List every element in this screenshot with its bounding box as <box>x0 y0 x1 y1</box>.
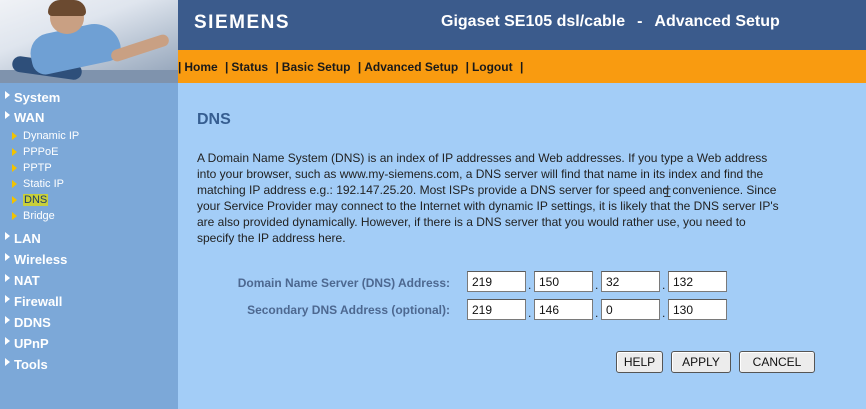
triangle-icon <box>12 147 17 156</box>
sidebar-item-ddns[interactable]: DDNS <box>5 313 51 331</box>
description-line: your Service Provider may connect to the… <box>197 199 779 213</box>
primary-dns-octet-1[interactable] <box>467 271 526 292</box>
sidebar-subitem-label: DNS <box>23 193 49 206</box>
sidebar-item-label: LAN <box>14 230 41 246</box>
triangle-icon <box>12 163 17 172</box>
primary-dns-octet-3[interactable] <box>601 271 660 292</box>
sidebar-subitem-static-ip[interactable]: Static IP <box>12 176 64 191</box>
triangle-icon <box>5 110 10 119</box>
sidebar-subitem-label: PPTP <box>23 161 52 174</box>
sidebar-subitem-label: Static IP <box>23 177 64 190</box>
triangle-icon <box>12 179 17 188</box>
sidebar-subitem-bridge[interactable]: Bridge <box>12 208 55 223</box>
sidebar-subitem-dynamic-ip[interactable]: Dynamic IP <box>12 128 79 143</box>
sidebar-subitem-dns[interactable]: DNS <box>12 192 49 207</box>
nav-status[interactable]: Status <box>231 60 268 74</box>
sidebar-item-upnp[interactable]: UPnP <box>5 334 49 352</box>
triangle-icon <box>5 231 10 240</box>
sidebar-item-tools[interactable]: Tools <box>5 355 48 373</box>
sidebar-item-label: WAN <box>14 109 45 125</box>
secondary-dns-octet-2[interactable] <box>534 299 593 320</box>
triangle-icon <box>5 336 10 345</box>
sidebar-item-system[interactable]: System <box>5 88 60 106</box>
sidebar-item-label: Firewall <box>14 293 63 309</box>
brand-logo: SIEMENS <box>194 12 291 33</box>
triangle-icon <box>5 357 10 366</box>
triangle-icon <box>5 294 10 303</box>
header-photo <box>0 0 178 83</box>
triangle-icon <box>5 252 10 261</box>
sidebar-item-label: NAT <box>14 272 40 288</box>
triangle-icon <box>5 315 10 324</box>
sidebar-subitem-label: Dynamic IP <box>23 129 80 142</box>
sidebar-item-nat[interactable]: NAT <box>5 271 40 289</box>
sidebar-subitem-pppoe[interactable]: PPPoE <box>12 144 58 159</box>
sidebar-item-wan[interactable]: WAN <box>5 108 44 126</box>
secondary-dns-octet-1[interactable] <box>467 299 526 320</box>
sidebar-item-label: Wireless <box>14 251 68 267</box>
text-cursor-icon: Ɪ <box>664 186 671 200</box>
apply-button[interactable]: APPLY <box>671 351 731 373</box>
sidebar-item-label: System <box>14 89 61 105</box>
primary-dns-octet-4[interactable] <box>668 271 727 292</box>
section-name: Advanced Setup <box>654 13 780 30</box>
description-line: into your browser, such as www.my-siemen… <box>197 167 764 181</box>
help-button[interactable]: HELP <box>616 351 663 373</box>
description-line: are also provided dynamically. However, … <box>197 215 746 229</box>
secondary-dns-label: Secondary DNS Address (optional): <box>247 303 450 317</box>
main-content: DNS A Domain Name System (DNS) is an ind… <box>178 83 866 409</box>
sidebar-item-label: DDNS <box>14 314 51 330</box>
title-separator: - <box>637 13 643 30</box>
sidebar-subitem-label: PPPoE <box>23 145 59 158</box>
sidebar: System WAN Dynamic IP PPPoE PPTP Static … <box>0 83 178 409</box>
description-line: specify the IP address here. <box>197 231 346 245</box>
octet-separator: . <box>528 278 532 292</box>
sidebar-subitem-pptp[interactable]: PPTP <box>12 160 52 175</box>
sidebar-item-label: Tools <box>14 356 48 372</box>
page-header-title: Gigaset SE105 dsl/cable - Advanced Setup <box>441 13 780 31</box>
sidebar-item-firewall[interactable]: Firewall <box>5 292 62 310</box>
secondary-dns-octet-3[interactable] <box>601 299 660 320</box>
octet-separator: . <box>595 278 599 292</box>
sidebar-item-label: UPnP <box>14 335 49 351</box>
sidebar-item-lan[interactable]: LAN <box>5 229 41 247</box>
nav-advanced-setup[interactable]: Advanced Setup <box>364 60 458 74</box>
nav-basic-setup[interactable]: Basic Setup <box>282 60 351 74</box>
top-nav: | Home | Status | Basic Setup | Advanced Set… <box>178 50 866 83</box>
triangle-icon <box>12 195 17 204</box>
triangle-icon <box>5 273 10 282</box>
page-title: DNS <box>197 111 231 128</box>
octet-separator: . <box>528 306 532 320</box>
nav-home[interactable]: Home <box>184 60 217 74</box>
primary-dns-label: Domain Name Server (DNS) Address: <box>237 276 450 290</box>
primary-dns-octet-2[interactable] <box>534 271 593 292</box>
secondary-dns-octet-4[interactable] <box>668 299 727 320</box>
triangle-icon <box>5 90 10 99</box>
description-line: A Domain Name System (DNS) is an index o… <box>197 151 768 165</box>
dns-description: A Domain Name System (DNS) is an index o… <box>197 150 837 246</box>
octet-separator: . <box>595 306 599 320</box>
nav-logout[interactable]: Logout <box>472 60 513 74</box>
product-name: Gigaset SE105 dsl/cable <box>441 13 626 30</box>
octet-separator: . <box>662 278 666 292</box>
sidebar-subitem-label: Bridge <box>23 209 55 222</box>
triangle-icon <box>12 211 17 220</box>
description-line: matching IP address e.g.: 192.147.25.20.… <box>197 183 777 197</box>
octet-separator: . <box>662 306 666 320</box>
sidebar-item-wireless[interactable]: Wireless <box>5 250 67 268</box>
triangle-icon <box>12 131 17 140</box>
cancel-button[interactable]: CANCEL <box>739 351 815 373</box>
